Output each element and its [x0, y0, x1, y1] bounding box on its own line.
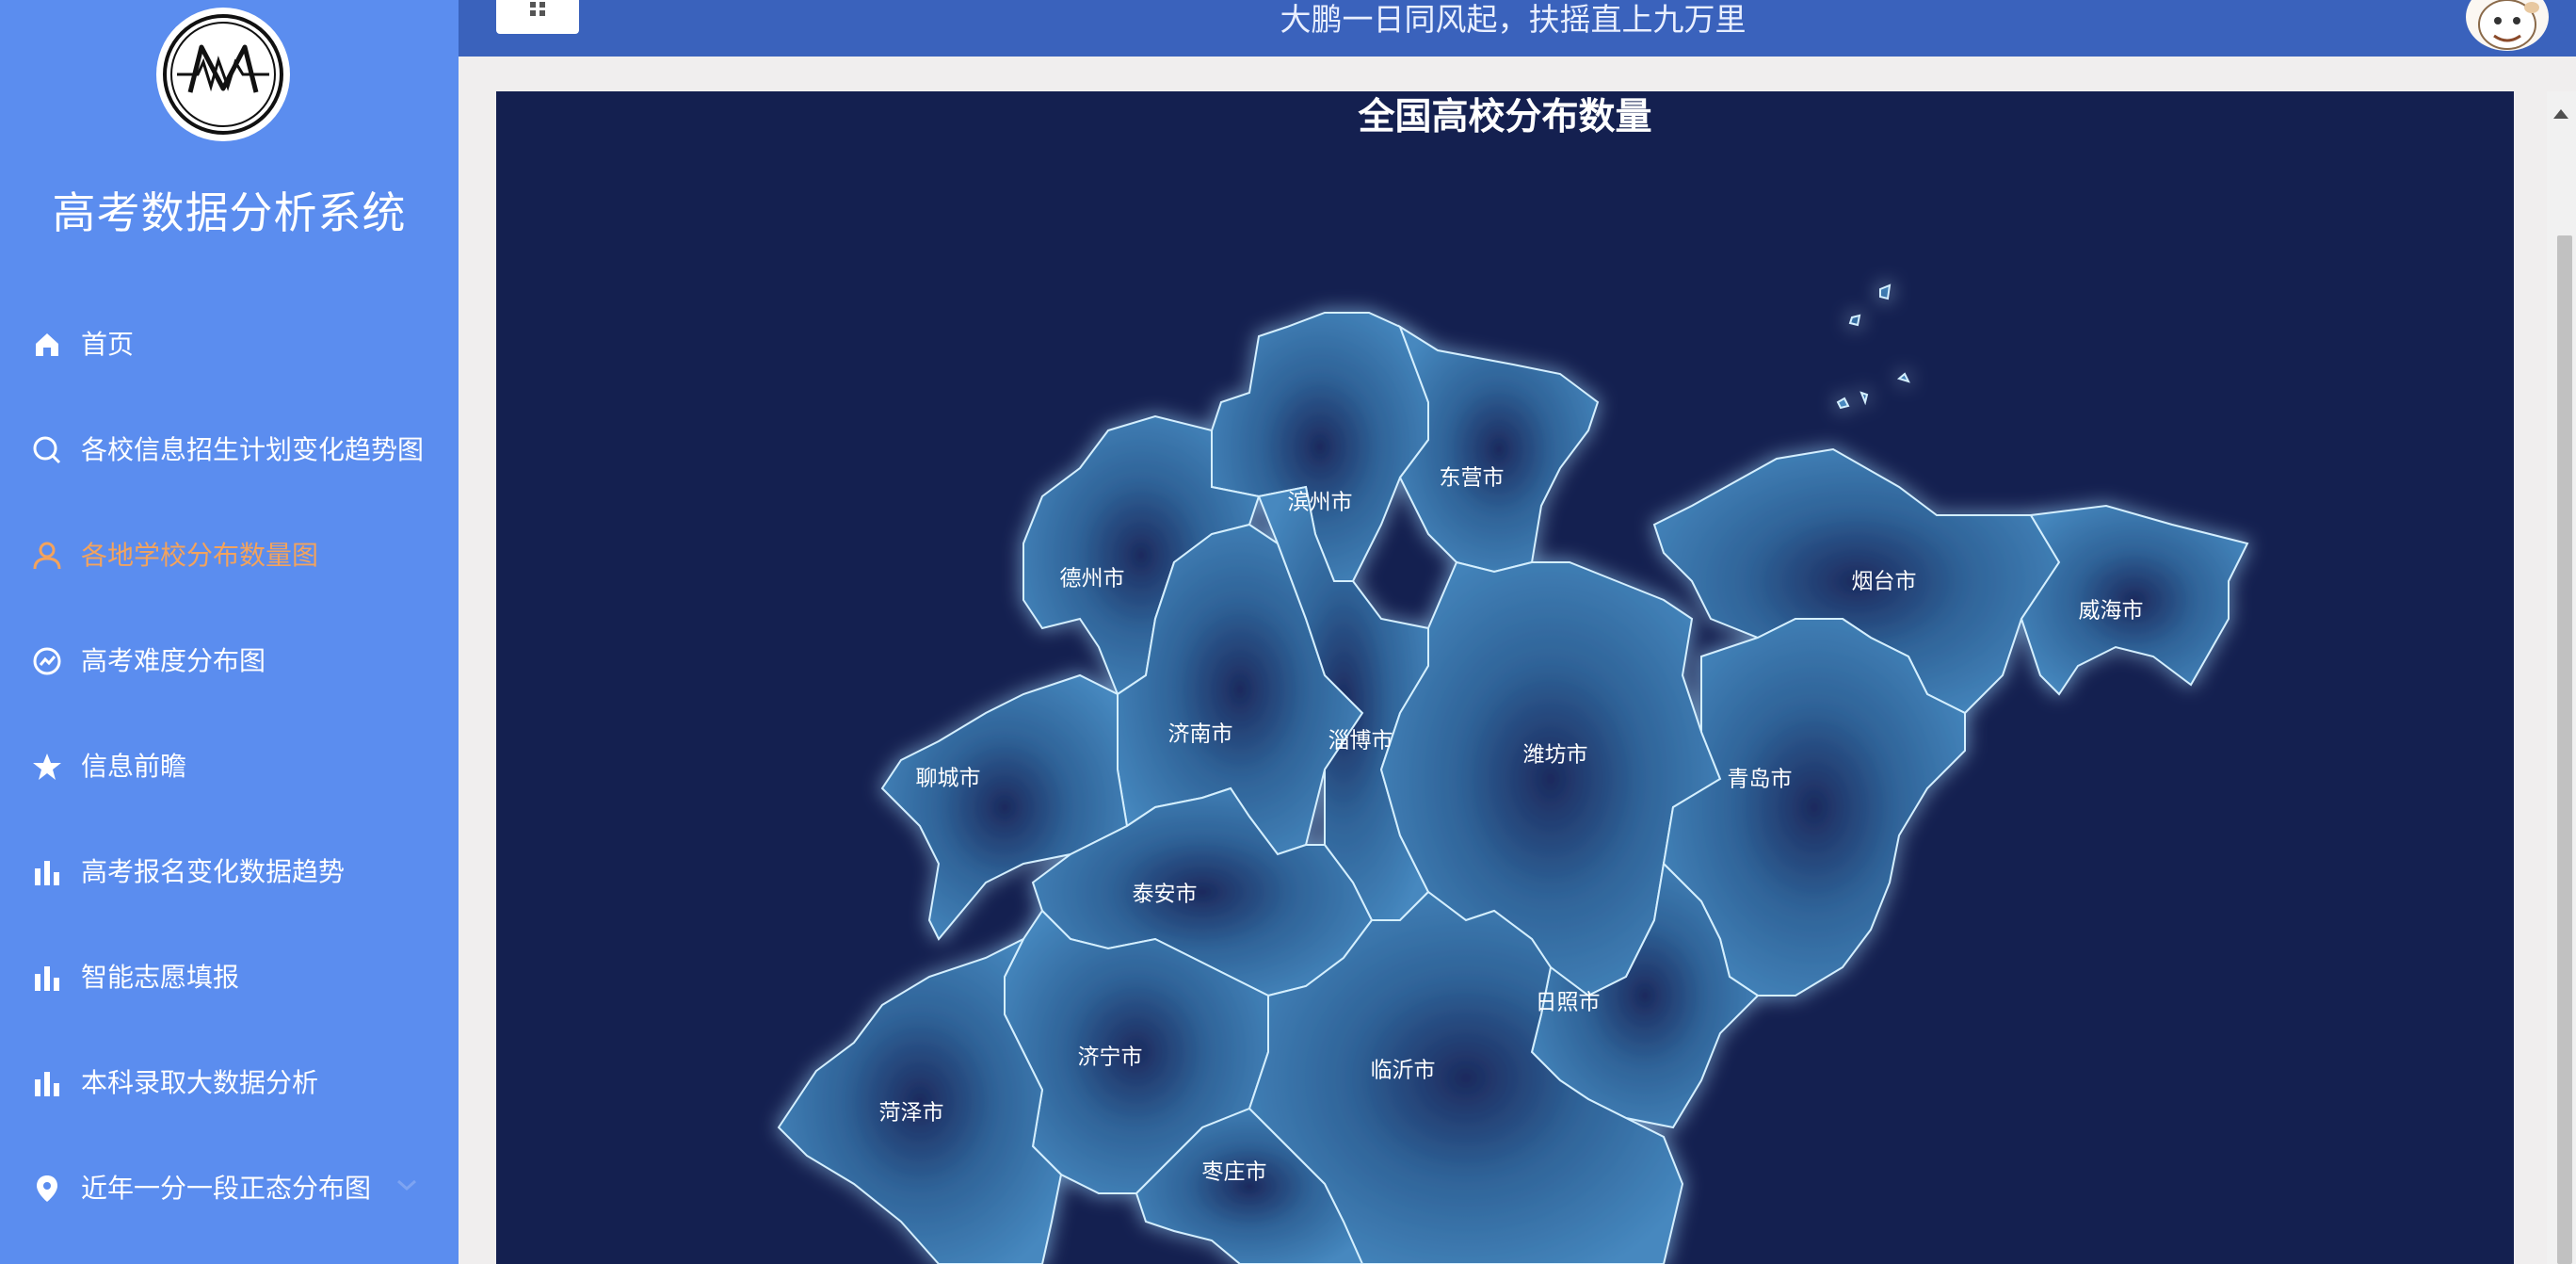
city-label: 聊城市	[916, 767, 981, 791]
star-icon	[33, 754, 61, 780]
nav-item-admission-analysis[interactable]: 本科录取大数据分析	[0, 1030, 459, 1136]
city-label: 滨州市	[1288, 491, 1353, 515]
sidebar: 高考数据分析系统 首页 各校信息招生计划变化趋势图 各地学校分布数量图 高考难度…	[0, 0, 459, 1264]
logo-icon	[163, 14, 283, 135]
logo	[156, 8, 290, 141]
nav-label: 首页	[81, 329, 135, 360]
scroll-up-arrow-icon[interactable]	[2552, 105, 2570, 121]
top-header: 大鹏一日同风起，扶摇直上九万里	[459, 0, 2576, 57]
nav-item-enrollment-trend[interactable]: 各校信息招生计划变化趋势图	[0, 397, 459, 503]
nav-item-smart-application[interactable]: 智能志愿填报	[0, 925, 459, 1030]
bar-chart-icon	[35, 966, 59, 991]
nav-label: 信息前瞻	[81, 751, 187, 782]
bar-chart-icon	[35, 1072, 59, 1096]
user-icon	[33, 542, 61, 570]
city-label: 枣庄市	[1202, 1160, 1267, 1185]
scrollbar-thumb[interactable]	[2557, 235, 2572, 1264]
nav-label: 近年一分一段正态分布图	[81, 1173, 372, 1204]
nav-item-school-distribution[interactable]: 各地学校分布数量图	[0, 503, 459, 608]
location-pin-icon	[37, 1175, 57, 1202]
header-motto: 大鹏一日同风起，扶摇直上九万里	[1280, 1, 1747, 38]
home-icon	[36, 333, 58, 356]
nav-item-score-distribution[interactable]: 近年一分一段正态分布图	[0, 1136, 459, 1241]
search-icon	[33, 436, 61, 464]
city-label: 东营市	[1440, 466, 1505, 491]
city-label: 青岛市	[1728, 768, 1793, 792]
city-label: 泰安市	[1133, 883, 1198, 907]
nav-item-difficulty[interactable]: 高考难度分布图	[0, 608, 459, 714]
avatar-icon	[2478, 0, 2539, 50]
app-title: 高考数据分析系统	[52, 187, 407, 238]
gauge-icon	[33, 647, 61, 675]
city-label: 烟台市	[1852, 570, 1917, 594]
chevron-down-icon[interactable]	[395, 1177, 418, 1192]
nav-item-registration-trend[interactable]: 高考报名变化数据趋势	[0, 819, 459, 925]
nav-item-home[interactable]: 首页	[0, 292, 459, 397]
province-map: 滨州市 东营市德州市 烟台市威海市济南市 淄博市潍坊市聊城市 青岛市泰安市日照市济宁市临…	[777, 284, 2249, 1264]
city-label: 临沂市	[1371, 1059, 1436, 1083]
region-dongying[interactable]	[1398, 324, 1600, 574]
city-label: 日照市	[1536, 991, 1601, 1015]
city-label: 淄博市	[1328, 729, 1393, 754]
nav-item-info-preview[interactable]: 信息前瞻	[0, 714, 459, 819]
city-label: 德州市	[1060, 567, 1125, 591]
nav-label: 本科录取大数据分析	[81, 1067, 319, 1098]
city-label: 威海市	[2079, 599, 2144, 624]
nav-label: 各校信息招生计划变化趋势图	[81, 434, 425, 465]
nav-label: 智能志愿填报	[81, 962, 240, 993]
region-islands	[1836, 284, 1910, 410]
map-title: 全国高校分布数量	[1358, 96, 1652, 138]
nav-label: 各地学校分布数量图	[81, 540, 319, 571]
city-label: 济南市	[1168, 722, 1233, 747]
nav-label: 高考报名变化数据趋势	[81, 856, 346, 887]
city-label: 潍坊市	[1523, 743, 1588, 768]
map-panel: 滨州市 东营市德州市 烟台市威海市济南市 淄博市潍坊市聊城市 青岛市泰安市日照市济宁市临…	[496, 91, 2514, 1264]
avatar[interactable]	[2466, 0, 2549, 51]
city-label: 菏泽市	[879, 1101, 944, 1126]
nav-label: 高考难度分布图	[81, 645, 266, 676]
bar-chart-icon	[35, 861, 59, 885]
city-label: 济宁市	[1078, 1045, 1143, 1070]
